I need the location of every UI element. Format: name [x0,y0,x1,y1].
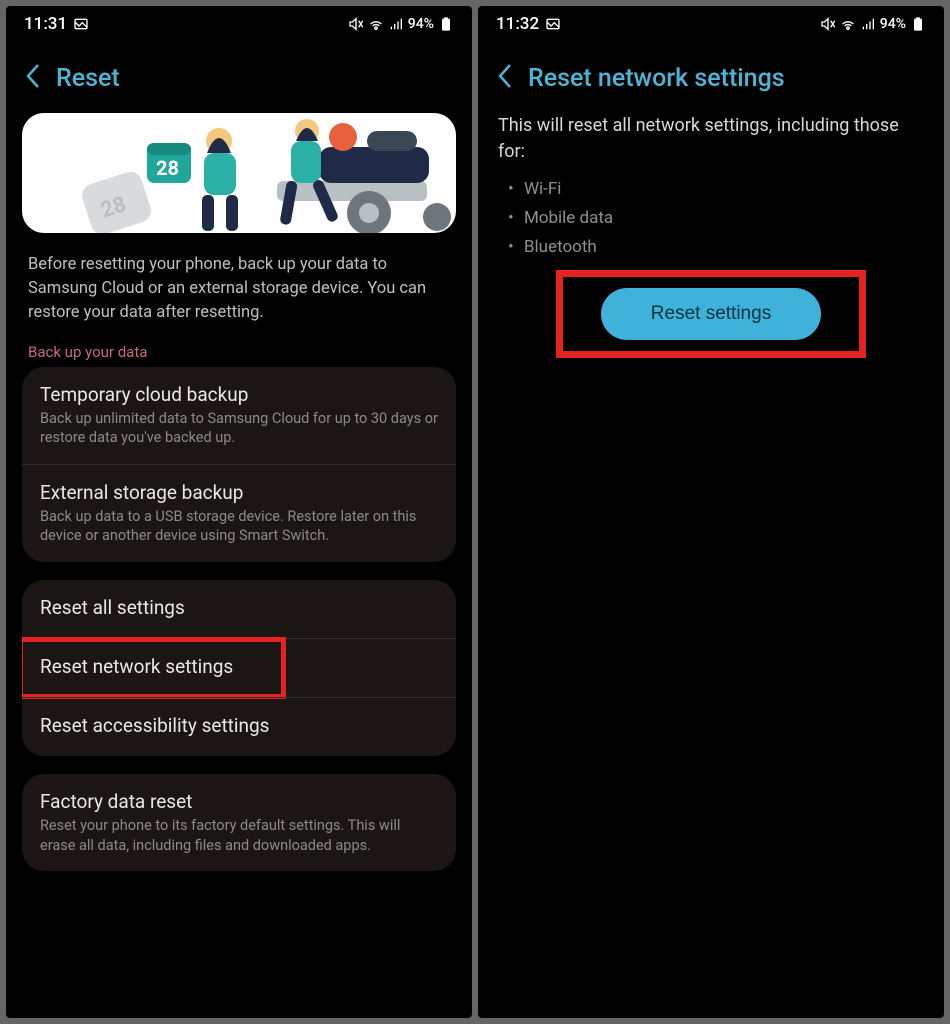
mute-icon [348,16,364,32]
clock: 11:31 [24,14,67,34]
battery-icon [438,16,454,32]
intro-text: Before resetting your phone, back up you… [22,253,456,343]
signal-icon [860,16,876,32]
phone-right: 11:32 94% Reset network settings This wi… [478,6,944,1018]
bullet-mobile-data: Mobile data [498,204,924,233]
battery-pct: 94% [408,16,434,32]
svg-text:28: 28 [156,156,179,180]
battery-pct: 94% [880,16,906,32]
reset-settings-button[interactable]: Reset settings [601,288,821,340]
page-title: Reset network settings [528,64,785,93]
wifi-icon [840,16,856,32]
backup-card: Temporary cloud backup Back up unlimited… [22,367,456,562]
item-reset-accessibility-settings[interactable]: Reset accessibility settings [22,697,456,756]
item-reset-network-settings[interactable]: Reset network settings [22,638,456,697]
header: Reset [6,38,472,113]
bullet-wifi: Wi-Fi [498,175,924,204]
bullet-bluetooth: Bluetooth [498,233,924,262]
phone-left: 11:31 94% Reset 28 [6,6,472,1018]
illustration-banner: 28 28 [22,113,456,233]
mute-icon [820,16,836,32]
item-title: Reset network settings [40,655,438,678]
back-button[interactable] [496,62,514,95]
clock: 11:32 [496,14,539,34]
item-subtitle: Back up data to a USB storage device. Re… [40,507,438,546]
page-title: Reset [56,64,120,93]
header: Reset network settings [478,38,944,113]
action-wrap: Reset settings [494,288,928,340]
item-title: External storage backup [40,481,438,504]
section-label: Back up your data [22,343,456,367]
signal-icon [388,16,404,32]
item-external-storage-backup[interactable]: External storage backup Back up data to … [22,464,456,562]
wifi-icon [368,16,384,32]
item-title: Reset accessibility settings [40,714,438,737]
item-temp-cloud-backup[interactable]: Temporary cloud backup Back up unlimited… [22,367,456,464]
description: This will reset all network settings, in… [494,113,928,175]
item-subtitle: Back up unlimited data to Samsung Cloud … [40,409,438,448]
item-title: Temporary cloud backup [40,383,438,406]
reset-options-card: Reset all settings Reset network setting… [22,580,456,756]
item-subtitle: Reset your phone to its factory default … [40,816,438,855]
screenshot-icon [73,16,89,32]
item-title: Factory data reset [40,790,438,813]
factory-reset-card: Factory data reset Reset your phone to i… [22,774,456,871]
item-title: Reset all settings [40,596,438,619]
screenshot-icon [545,16,561,32]
status-bar: 11:31 94% [6,6,472,38]
back-button[interactable] [24,62,42,95]
item-factory-data-reset[interactable]: Factory data reset Reset your phone to i… [22,774,456,871]
battery-icon [910,16,926,32]
bullet-list: Wi-Fi Mobile data Bluetooth [494,175,928,288]
status-bar: 11:32 94% [478,6,944,38]
item-reset-all-settings[interactable]: Reset all settings [22,580,456,638]
